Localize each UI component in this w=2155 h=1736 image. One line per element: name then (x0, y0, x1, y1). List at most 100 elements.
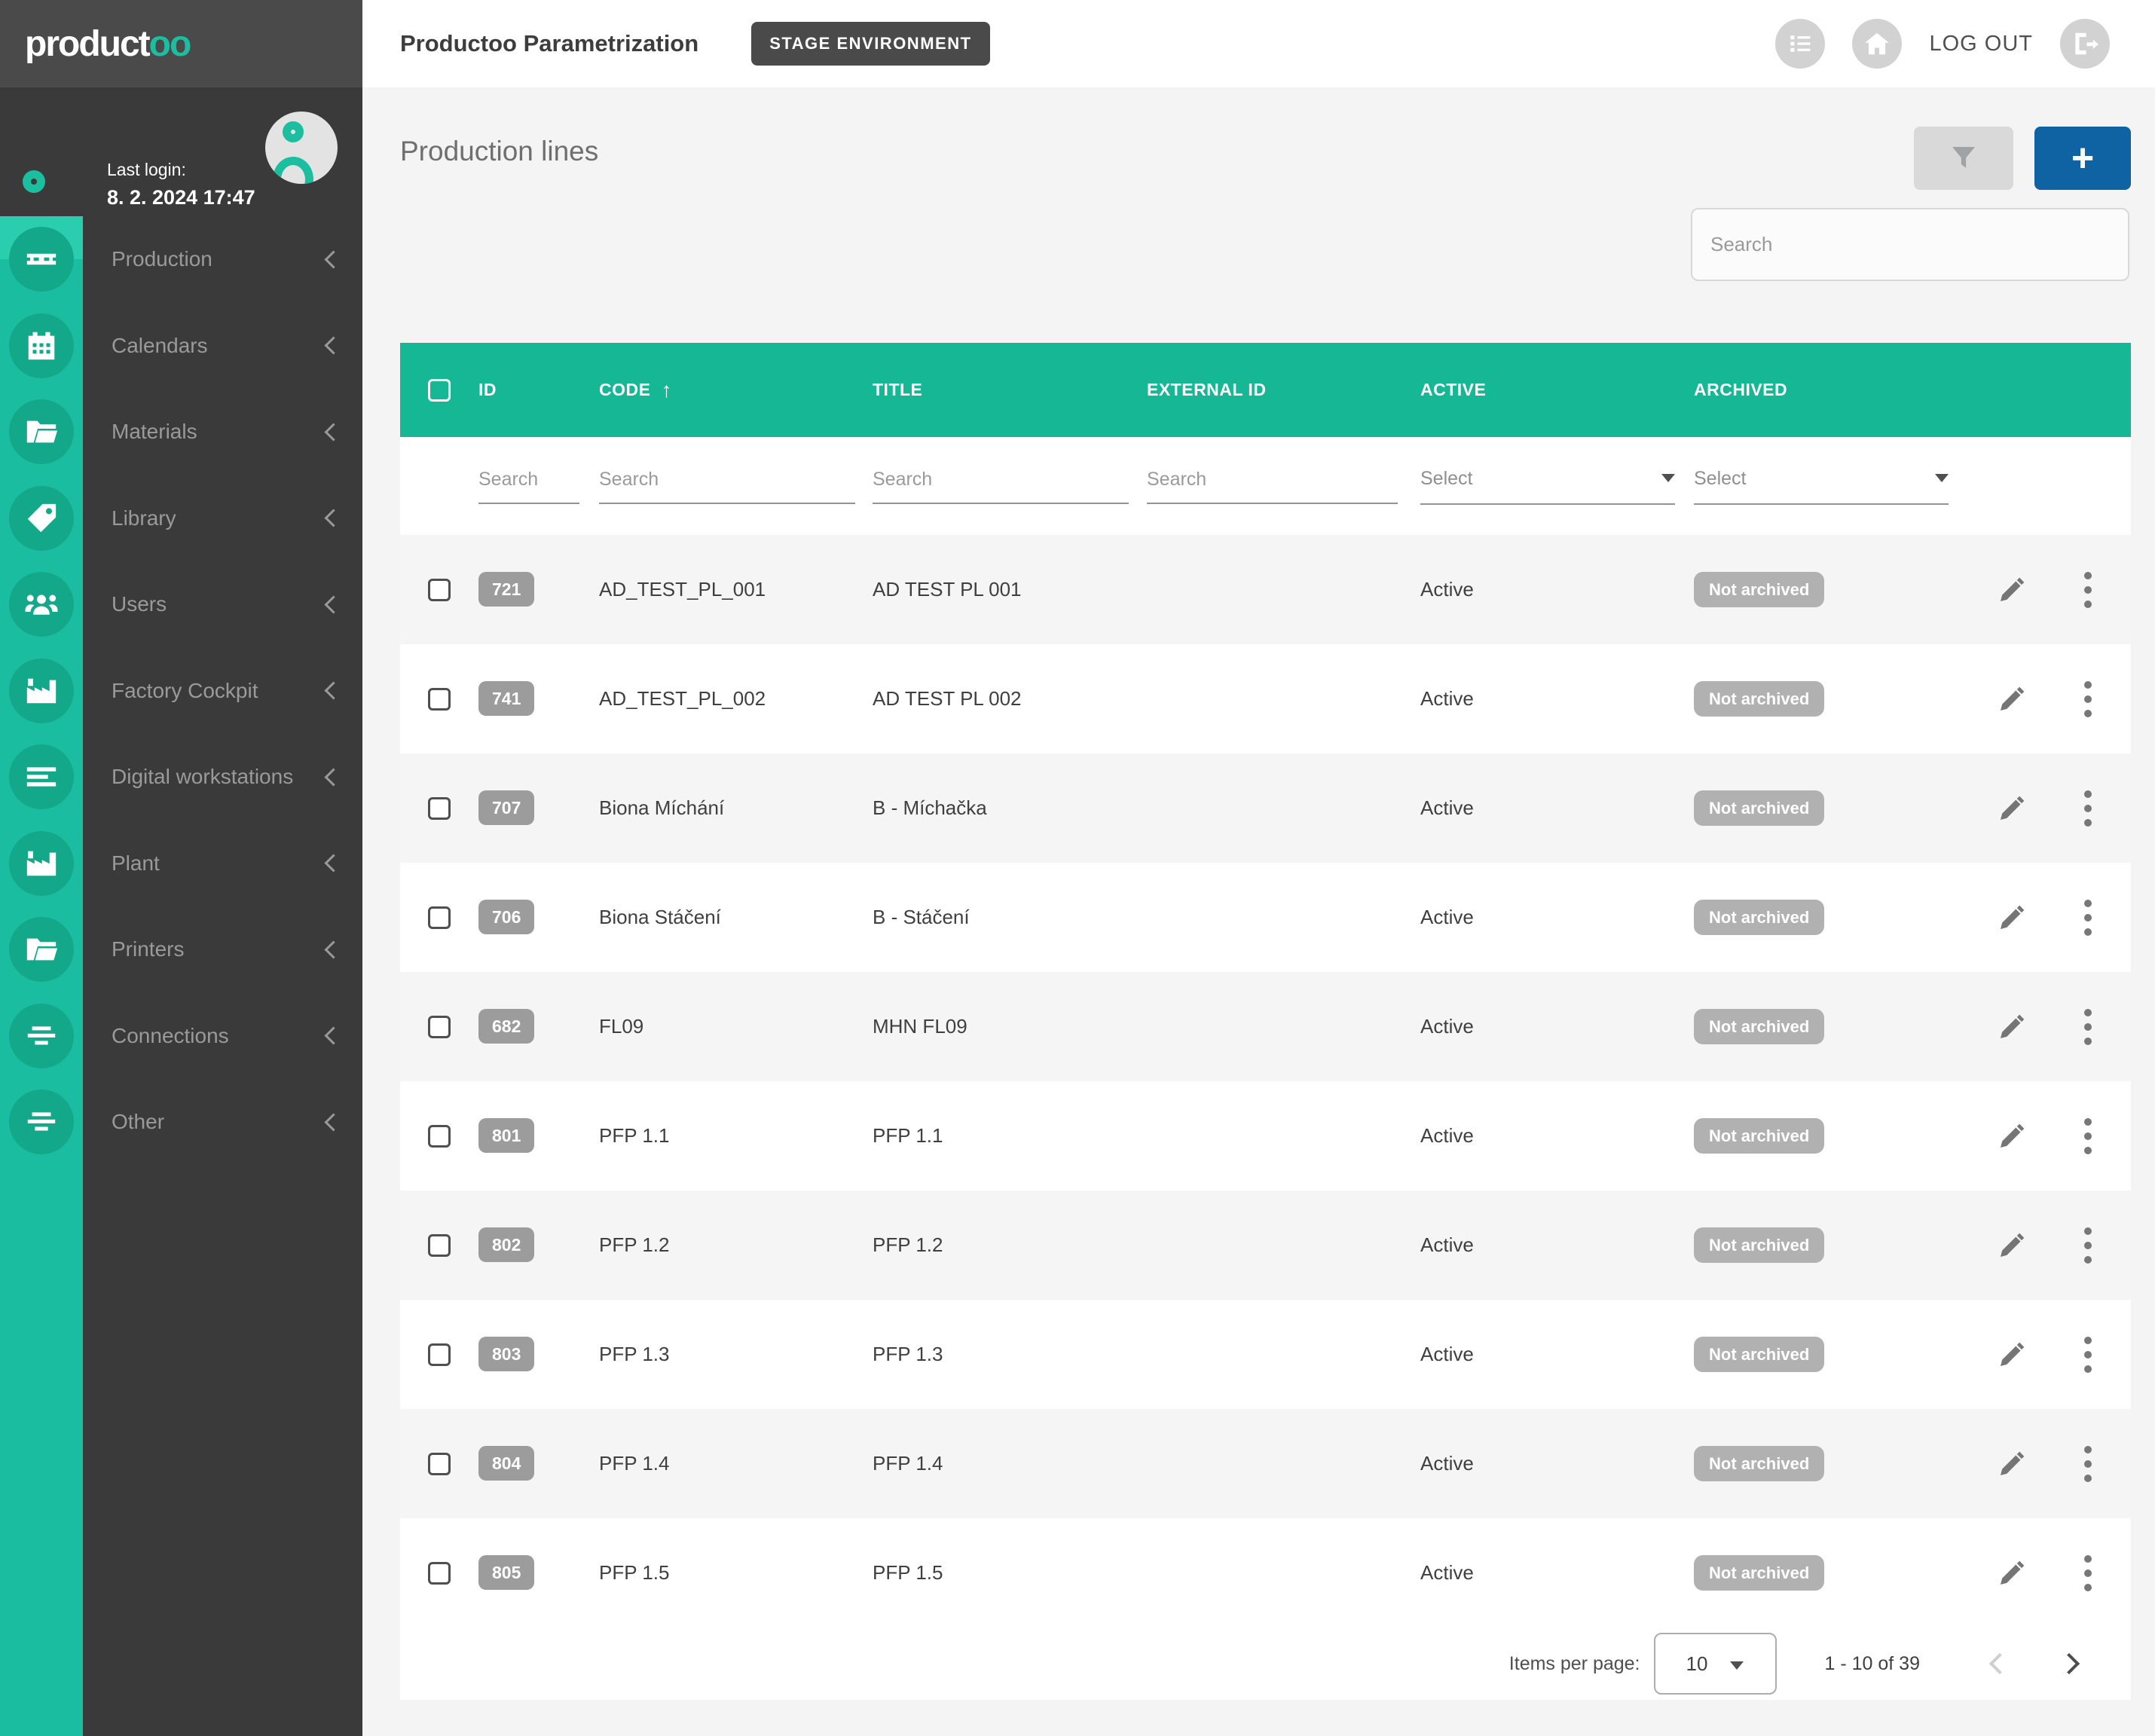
factory-icon (24, 846, 59, 881)
archived-status-badge: Not archived (1694, 790, 1824, 826)
sidebar-item-other[interactable]: Other (0, 1079, 362, 1166)
table-row: 706 Biona Stáčení B - Stáčení Active Not… (400, 863, 2131, 972)
more-options-button[interactable] (2081, 1443, 2095, 1485)
logout-button[interactable]: LOG OUT (1929, 32, 2033, 57)
row-code: PFP 1.4 (599, 1452, 873, 1475)
add-button[interactable]: + (2034, 127, 2131, 190)
archived-status-badge: Not archived (1694, 900, 1824, 935)
row-checkbox[interactable] (428, 1234, 451, 1257)
chevron-left-icon (324, 337, 342, 355)
more-options-button[interactable] (2081, 1115, 2095, 1157)
edit-button[interactable] (1997, 793, 2027, 824)
edit-button[interactable] (1997, 684, 2027, 714)
column-header-id[interactable]: ID (478, 380, 599, 400)
row-checkbox[interactable] (428, 906, 451, 929)
filter-button[interactable] (1914, 127, 2013, 190)
more-options-button[interactable] (2081, 678, 2095, 720)
row-id-badge: 682 (478, 1009, 534, 1044)
row-checkbox[interactable] (428, 1562, 451, 1585)
tag-icon (24, 501, 59, 536)
more-options-button[interactable] (2081, 1552, 2095, 1594)
sidebar-item-label: Users (112, 592, 327, 616)
row-checkbox[interactable] (428, 1125, 451, 1148)
row-title: PFP 1.5 (873, 1561, 1147, 1585)
sidebar-item-users[interactable]: Users (0, 561, 362, 648)
sidebar-item-label: Digital workstations (112, 765, 327, 789)
edit-button[interactable] (1997, 1230, 2027, 1261)
next-page-button[interactable] (2059, 1653, 2080, 1674)
logout-icon-button[interactable] (2060, 19, 2110, 69)
archived-status-badge: Not archived (1694, 572, 1824, 607)
row-checkbox[interactable] (428, 688, 451, 711)
chevron-left-icon (324, 768, 342, 786)
more-options-button[interactable] (2081, 897, 2095, 939)
edit-button[interactable] (1997, 575, 2027, 605)
filter-active-select[interactable]: Select (1420, 468, 1675, 505)
pencil-icon (1997, 1558, 2027, 1588)
column-header-archived[interactable]: ARCHIVED (1694, 380, 1967, 400)
row-checkbox[interactable] (428, 1016, 451, 1038)
table-filter-row: Select Select (400, 437, 2131, 535)
global-search (1691, 208, 2129, 281)
filter-id-input[interactable] (478, 469, 579, 504)
sidebar-item-connections[interactable]: Connections (0, 993, 362, 1080)
sidebar-item-label: Library (112, 506, 327, 530)
menu-list-button[interactable] (1775, 19, 1825, 69)
sidebar-item-label: Plant (112, 851, 327, 876)
archived-status-badge: Not archived (1694, 1009, 1824, 1044)
items-per-page-select[interactable]: 10 (1654, 1633, 1777, 1695)
more-options-button[interactable] (2081, 787, 2095, 830)
dropdown-arrow-icon (1730, 1661, 1744, 1670)
select-all-checkbox[interactable] (428, 379, 451, 402)
search-input[interactable] (1692, 233, 2128, 256)
row-id-badge: 741 (478, 681, 534, 716)
home-button[interactable] (1852, 19, 1902, 69)
filter-external-id-input[interactable] (1147, 469, 1398, 504)
more-options-button[interactable] (2081, 1224, 2095, 1267)
column-header-external-id[interactable]: EXTERNAL ID (1147, 380, 1420, 400)
sidebar-item-materials[interactable]: Materials (0, 389, 362, 475)
avatar-person-icon (283, 121, 304, 142)
filter-archived-select[interactable]: Select (1694, 468, 1949, 505)
sidebar-item-plant[interactable]: Plant (0, 821, 362, 907)
more-options-button[interactable] (2081, 1334, 2095, 1376)
sidebar-item-digital-workstations[interactable]: Digital workstations (0, 734, 362, 821)
sidebar-item-label: Factory Cockpit (112, 679, 327, 703)
edit-button[interactable] (1997, 1558, 2027, 1588)
chevron-left-icon (324, 595, 342, 613)
sidebar-item-calendars[interactable]: Calendars (0, 303, 362, 390)
row-code: Biona Míchání (599, 796, 873, 820)
edit-button[interactable] (1997, 1449, 2027, 1479)
more-options-button[interactable] (2081, 569, 2095, 611)
sidebar-item-library[interactable]: Library (0, 475, 362, 562)
row-checkbox[interactable] (428, 1343, 451, 1366)
previous-page-button[interactable] (1989, 1653, 2010, 1674)
edit-button[interactable] (1997, 1340, 2027, 1370)
sidebar-item-production[interactable]: Production (0, 216, 362, 303)
sidebar-item-printers[interactable]: Printers (0, 906, 362, 993)
chevron-left-icon (324, 250, 342, 268)
chevron-left-icon (324, 940, 342, 958)
row-checkbox[interactable] (428, 579, 451, 601)
sidebar-item-factory-cockpit[interactable]: Factory Cockpit (0, 648, 362, 735)
edit-button[interactable] (1997, 1121, 2027, 1151)
column-header-code[interactable]: CODE↑ (599, 378, 873, 402)
more-options-button[interactable] (2081, 1006, 2095, 1048)
chevron-left-icon (324, 423, 342, 441)
filter-code-input[interactable] (599, 469, 855, 504)
environment-badge: STAGE ENVIRONMENT (751, 22, 989, 66)
edit-button[interactable] (1997, 903, 2027, 933)
row-checkbox[interactable] (428, 1453, 451, 1475)
row-id-badge: 707 (478, 790, 534, 825)
row-checkbox[interactable] (428, 797, 451, 820)
last-login-value: 8. 2. 2024 17:47 (107, 186, 255, 209)
table-row: 802 PFP 1.2 PFP 1.2 Active Not archived (400, 1190, 2131, 1300)
users-icon (24, 587, 59, 622)
column-header-active[interactable]: ACTIVE (1420, 380, 1694, 400)
app-logo: productoo (25, 23, 190, 65)
column-header-title[interactable]: TITLE (873, 380, 1147, 400)
sidebar-item-label: Connections (112, 1024, 327, 1048)
filter-title-input[interactable] (873, 469, 1129, 504)
edit-button[interactable] (1997, 1012, 2027, 1042)
sidebar-item-label: Production (112, 247, 327, 271)
